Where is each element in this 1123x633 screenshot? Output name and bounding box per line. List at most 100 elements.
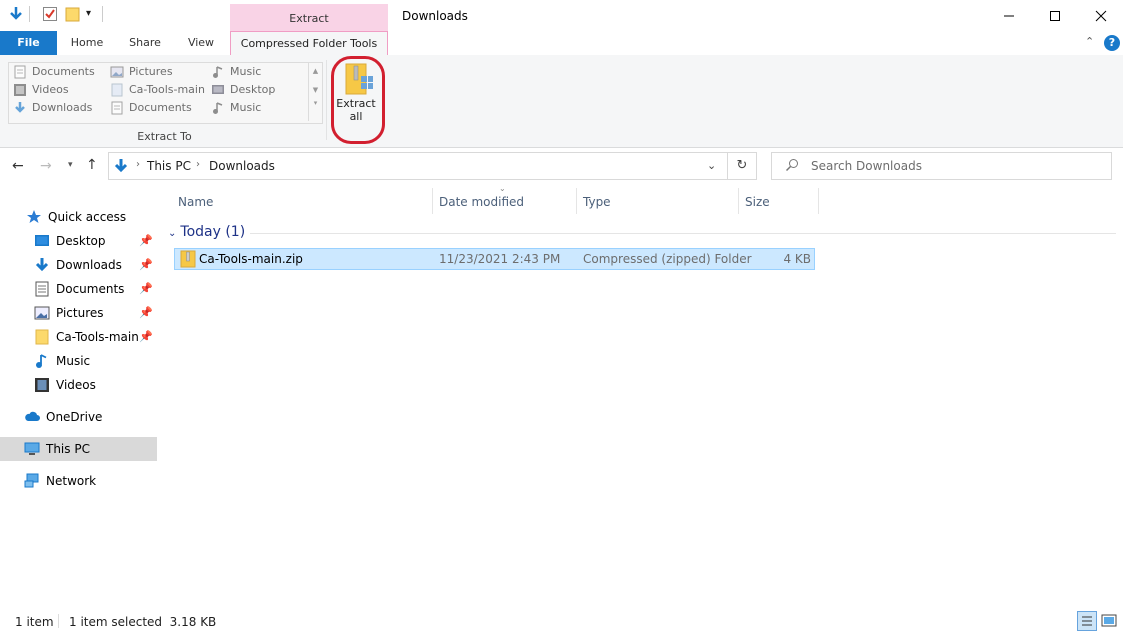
- title-bar: [0, 0, 1123, 31]
- minimize-button[interactable]: [986, 0, 1032, 31]
- maximize-button[interactable]: [1032, 0, 1078, 31]
- pin-icon[interactable]: 📌: [139, 253, 153, 277]
- gallery-more-icon[interactable]: ▾: [309, 99, 322, 107]
- extract-to-music-2[interactable]: Music: [211, 99, 275, 117]
- extract-to-documents-2[interactable]: Documents: [110, 99, 205, 117]
- breadcrumb-chevron-icon: ›: [196, 159, 200, 170]
- nav-documents[interactable]: Documents 📌: [0, 277, 157, 301]
- folder-icon: [34, 329, 50, 345]
- pictures-icon: [110, 65, 124, 79]
- nav-ca-tools-main[interactable]: Ca-Tools-main 📌: [0, 325, 157, 349]
- star-icon: [26, 209, 42, 225]
- extract-to-documents[interactable]: Documents: [13, 63, 95, 81]
- extract-to-ca-tools-main[interactable]: Ca-Tools-main: [110, 81, 205, 99]
- qat-customize-icon[interactable]: ▾: [86, 8, 91, 19]
- column-divider[interactable]: [432, 188, 433, 214]
- back-arrow-icon[interactable]: ←: [12, 158, 24, 174]
- document-icon: [34, 281, 50, 297]
- file-type: Compressed (zipped) Folder: [583, 252, 752, 266]
- extract-to-music[interactable]: Music: [211, 63, 275, 81]
- folder-icon: [110, 83, 124, 97]
- nav-videos[interactable]: Videos: [0, 373, 157, 397]
- search-input[interactable]: Search Downloads: [771, 152, 1112, 180]
- pin-icon[interactable]: 📌: [139, 301, 153, 325]
- nav-downloads[interactable]: Downloads 📌: [0, 253, 157, 277]
- extract-to-downloads[interactable]: Downloads: [13, 99, 95, 117]
- collapse-group-icon[interactable]: ⌄: [168, 228, 176, 239]
- extract-to-column-2: Pictures Ca-Tools-main Documents: [110, 63, 205, 117]
- status-divider: [58, 614, 59, 628]
- group-divider: [250, 233, 1116, 234]
- large-icons-view-button[interactable]: [1100, 612, 1118, 633]
- new-folder-icon[interactable]: [65, 6, 81, 22]
- status-item-count: 1 item: [15, 615, 54, 629]
- nav-pictures[interactable]: Pictures 📌: [0, 301, 157, 325]
- column-header-date[interactable]: Date modified: [439, 188, 524, 216]
- column-divider[interactable]: [576, 188, 577, 214]
- breadcrumb-chevron-icon: ›: [136, 159, 140, 170]
- file-name[interactable]: Ca-Tools-main.zip: [199, 252, 303, 266]
- highlight-circle: [331, 56, 385, 144]
- nav-network[interactable]: Network: [0, 469, 157, 493]
- music-note-icon: [211, 101, 225, 115]
- gallery-scroll[interactable]: ▲ ▼ ▾: [308, 63, 322, 121]
- file-date: 11/23/2021 2:43 PM: [439, 252, 561, 266]
- pictures-icon: [34, 305, 50, 321]
- forward-arrow-icon[interactable]: →: [40, 158, 52, 174]
- extract-to-desktop[interactable]: Desktop: [211, 81, 275, 99]
- extract-to-column-3: Music Desktop Music: [211, 63, 275, 117]
- close-button[interactable]: [1078, 0, 1123, 31]
- large-icons-view-icon: [1101, 614, 1117, 627]
- pin-icon[interactable]: 📌: [139, 325, 153, 349]
- tab-share[interactable]: Share: [118, 31, 172, 55]
- download-arrow-icon: [113, 158, 129, 177]
- address-bar[interactable]: › This PC › Downloads ⌄: [108, 152, 728, 180]
- nav-quick-access[interactable]: Quick access: [0, 205, 157, 229]
- tab-file[interactable]: File: [0, 31, 57, 55]
- music-note-icon: [34, 353, 50, 369]
- group-header-today[interactable]: ⌄ Today (1): [168, 224, 245, 240]
- download-arrow-icon: [13, 101, 27, 115]
- column-divider[interactable]: [738, 188, 739, 214]
- scroll-down-icon[interactable]: ▼: [309, 86, 322, 94]
- refresh-button[interactable]: ↻: [727, 152, 757, 180]
- breadcrumb-downloads[interactable]: Downloads: [209, 159, 275, 173]
- document-icon: [110, 101, 124, 115]
- pin-icon[interactable]: 📌: [139, 277, 153, 301]
- refresh-icon: ↻: [736, 158, 748, 173]
- column-header-type[interactable]: Type: [583, 188, 611, 216]
- address-dropdown-icon[interactable]: ⌄: [707, 159, 716, 172]
- tab-view[interactable]: View: [176, 31, 226, 55]
- scroll-up-icon[interactable]: ▲: [309, 67, 322, 75]
- nav-desktop[interactable]: Desktop 📌: [0, 229, 157, 253]
- document-icon: [13, 65, 27, 79]
- video-icon: [13, 83, 27, 97]
- extract-to-pictures[interactable]: Pictures: [110, 63, 205, 81]
- nav-music[interactable]: Music: [0, 349, 157, 373]
- properties-icon[interactable]: [42, 6, 58, 22]
- column-header-size[interactable]: Size: [745, 188, 770, 216]
- column-header-name[interactable]: Name: [178, 188, 213, 216]
- nav-this-pc[interactable]: This PC: [0, 437, 157, 461]
- pin-icon[interactable]: 📌: [139, 229, 153, 253]
- file-size: 4 KB: [783, 252, 811, 266]
- collapse-ribbon-icon[interactable]: ⌃: [1085, 35, 1094, 48]
- extract-to-videos[interactable]: Videos: [13, 81, 95, 99]
- desktop-icon: [211, 83, 225, 97]
- details-view-button[interactable]: [1077, 611, 1097, 631]
- column-divider[interactable]: [818, 188, 819, 214]
- up-arrow-icon[interactable]: ↑: [86, 157, 98, 173]
- help-icon[interactable]: ?: [1104, 35, 1120, 51]
- search-icon: [785, 158, 799, 175]
- nav-onedrive[interactable]: OneDrive: [0, 405, 157, 429]
- recent-locations-icon[interactable]: ▾: [68, 160, 73, 170]
- tab-home[interactable]: Home: [60, 31, 114, 55]
- qat-divider: [102, 6, 103, 22]
- details-view-icon: [1082, 616, 1092, 626]
- extract-context-header: Extract: [230, 4, 388, 31]
- downloads-arrow-icon[interactable]: [8, 6, 24, 22]
- breadcrumb-this-pc[interactable]: This PC: [147, 159, 191, 173]
- status-selection: 1 item selected 3.18 KB: [69, 615, 217, 629]
- download-arrow-icon: [34, 257, 50, 273]
- tab-compressed-folder-tools[interactable]: Compressed Folder Tools: [230, 31, 388, 56]
